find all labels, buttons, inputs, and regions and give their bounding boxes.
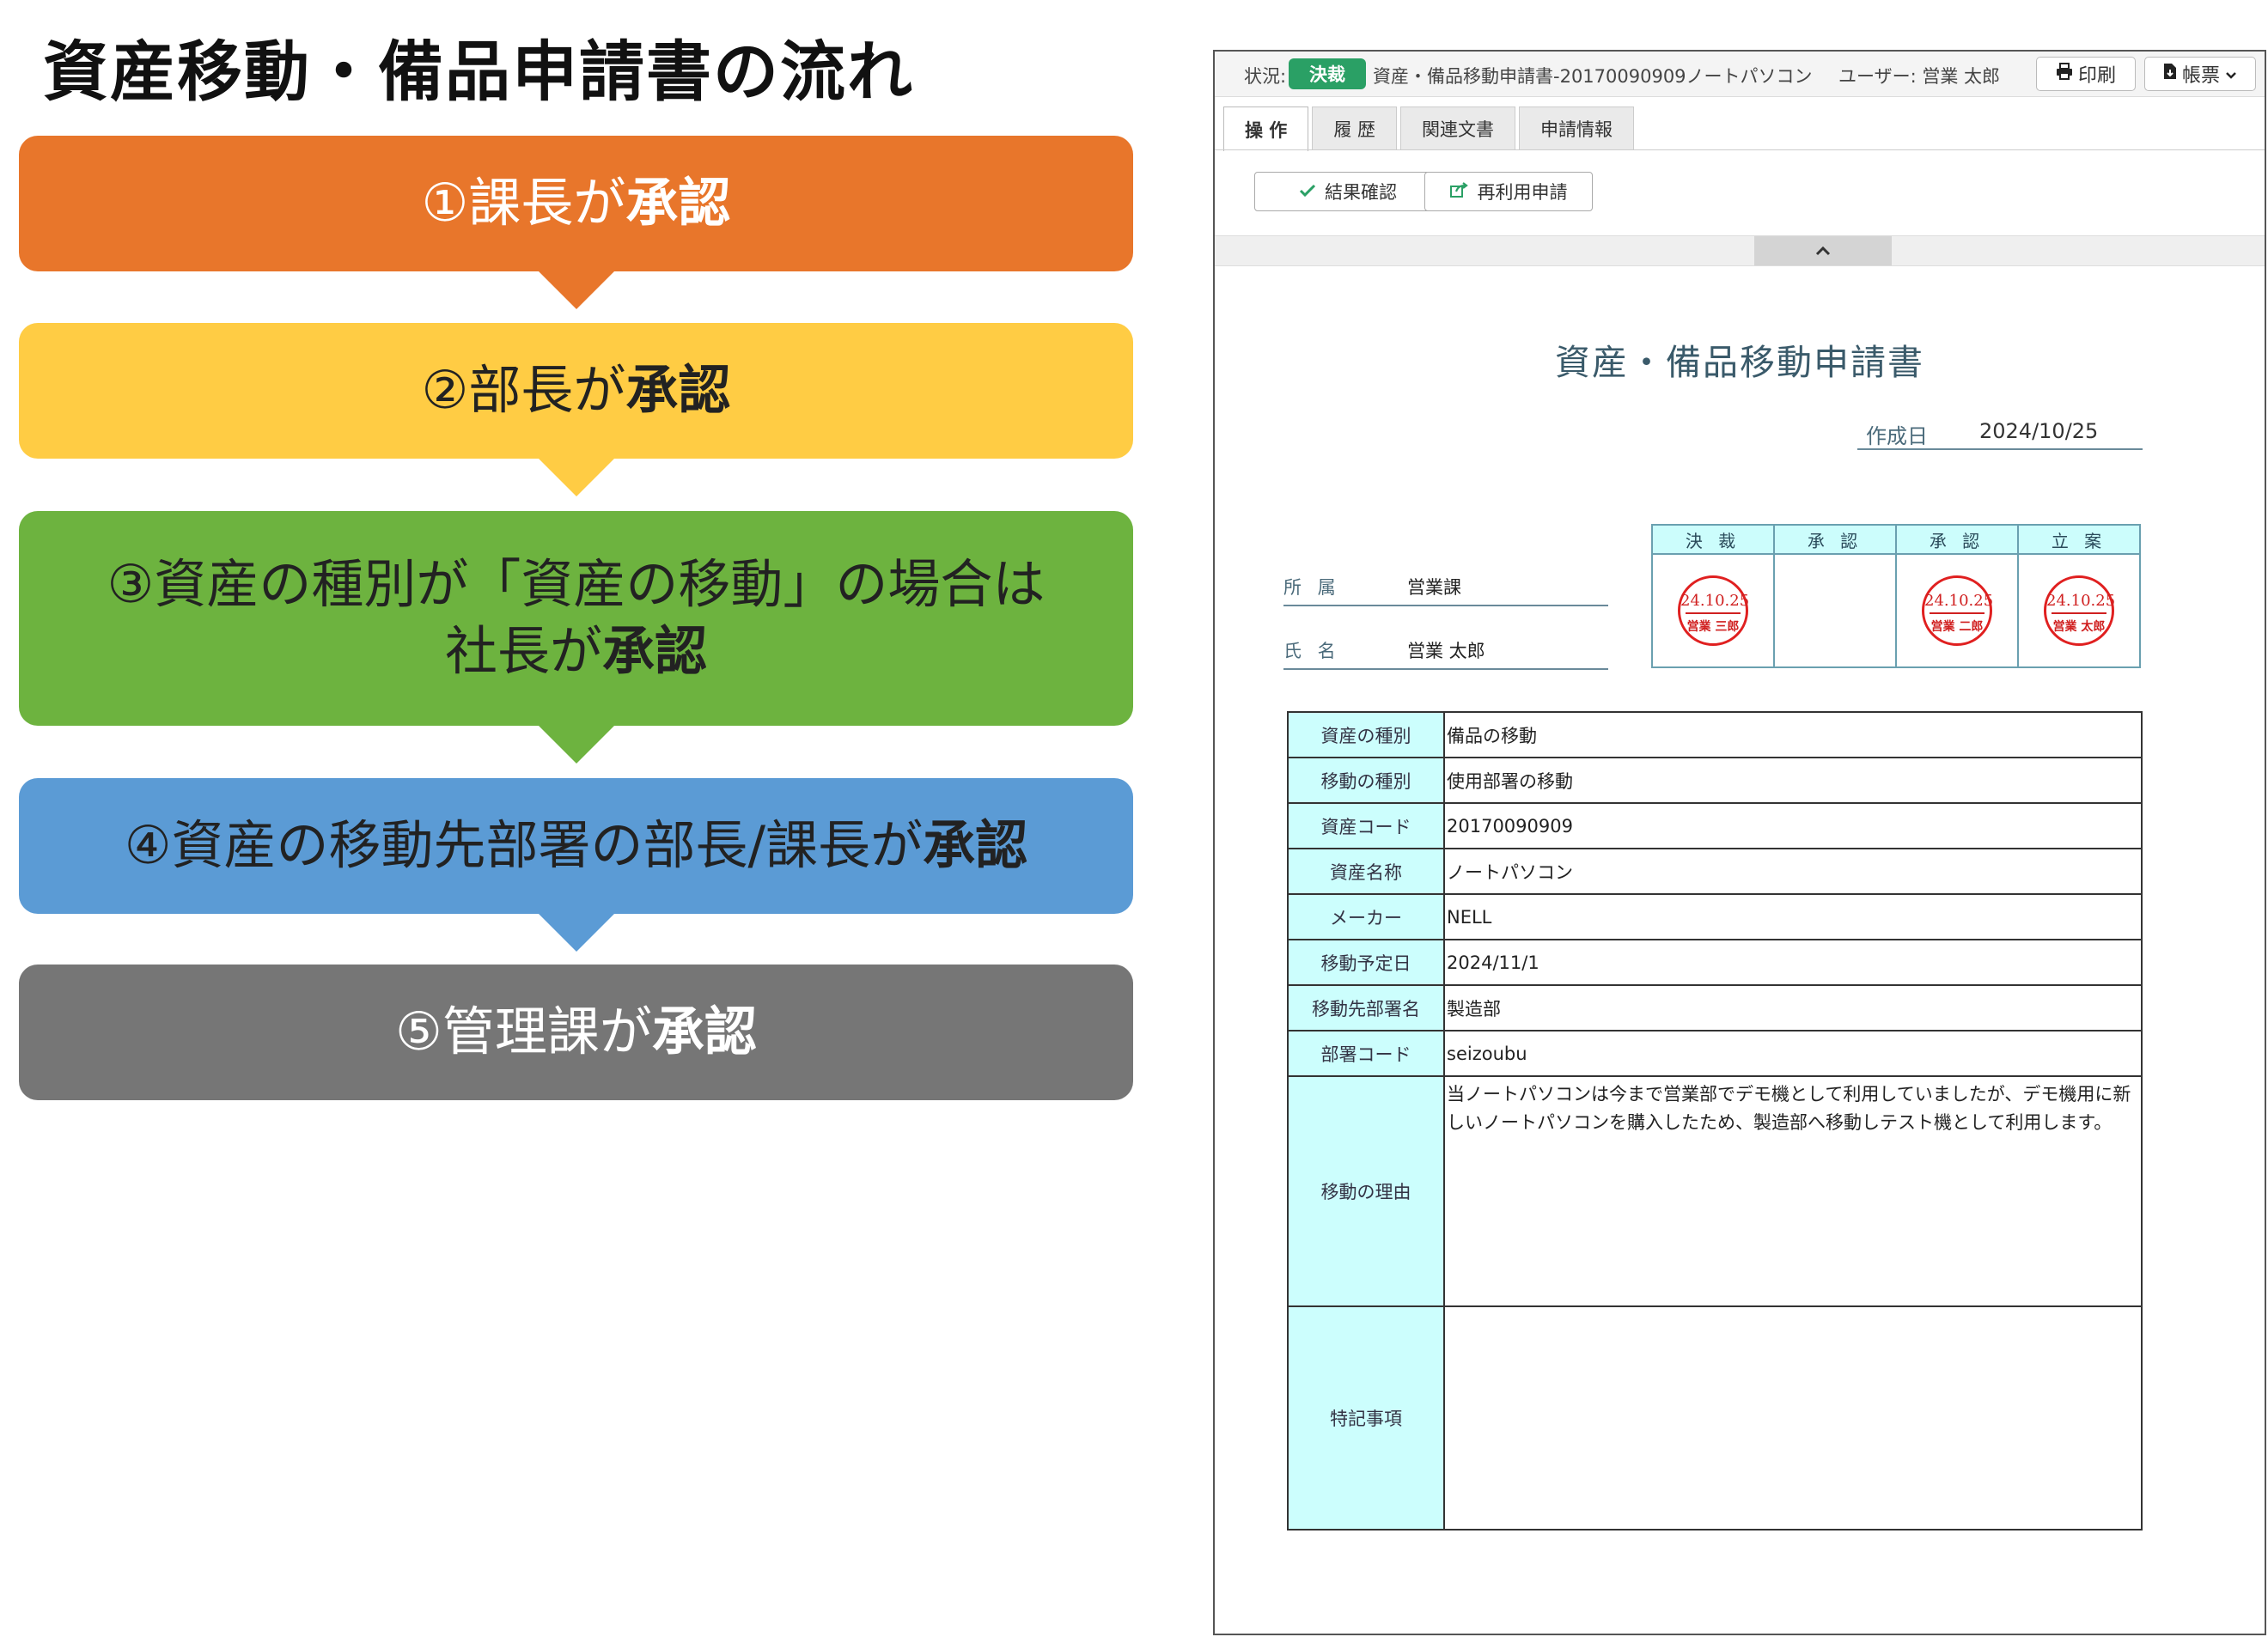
field-label: メーカー <box>1287 893 1445 940</box>
app-window: 状況: 決裁 資産・備品移動申請書-20170090909ノートパソコン ユーザ… <box>1213 50 2266 1635</box>
field-value: 備品の移動 <box>1443 711 2143 758</box>
print-label: 印刷 <box>2077 65 2116 87</box>
step-text: ②部長が <box>421 360 626 421</box>
user-label: ユーザー: 営業 太郎 <box>1838 66 2001 87</box>
field-value: 2024/11/1 <box>1443 939 2143 986</box>
step-text: ⑤管理課が <box>395 1001 652 1062</box>
tab-operation[interactable]: 操 作 <box>1223 106 1309 151</box>
tab-divider <box>1215 149 2265 150</box>
field-label: 資産の種別 <box>1287 711 1445 758</box>
name-row: 氏 名 営業 太郎 <box>1283 634 1608 670</box>
down-arrow <box>538 271 614 309</box>
tab-application-info[interactable]: 申請情報 <box>1519 106 1634 149</box>
form-title: 資産・備品移動申請書 <box>1555 342 1924 383</box>
approval-seal: 24.10.25 営業 二郎 <box>1922 575 1994 646</box>
step-line1: ③資産の種別が「資産の移動」の場合は <box>107 554 1046 615</box>
status-label: 状況: <box>1244 66 1287 87</box>
field-value: 20170090909 <box>1443 802 2143 849</box>
reason-value: 当ノートパソコンは今まで営業部でデモ機として利用していましたが、デモ機用に新しい… <box>1443 1075 2143 1307</box>
status-badge: 決裁 <box>1289 58 1366 89</box>
down-arrow <box>538 726 614 764</box>
created-date-row: 作成日 2024/10/25 <box>1857 417 2143 450</box>
seal-date: 24.10.25 <box>1680 592 1750 610</box>
created-date-label: 作成日 <box>1866 424 1928 448</box>
step-strong: 承認 <box>625 360 731 421</box>
result-confirm-button[interactable]: 結果確認 <box>1254 172 1442 211</box>
stamp-cell-empty <box>1773 553 1897 668</box>
field-value: seizoubu <box>1443 1030 2143 1077</box>
name-label: 氏 名 <box>1283 641 1341 661</box>
field-label: 部署コード <box>1287 1030 1445 1077</box>
step-text: 社長が <box>444 621 602 682</box>
chevron-down-icon <box>2225 64 2237 85</box>
field-value: ノートパソコン <box>1443 848 2143 895</box>
step-strong: 承認 <box>651 1001 757 1062</box>
department-value: 営業課 <box>1407 577 1461 598</box>
seal-name: 営業 太郎 <box>2052 620 2106 634</box>
check-icon <box>1299 181 1316 202</box>
collapse-toggle[interactable] <box>1754 236 1892 265</box>
flow-step-5: ⑤管理課が承認 <box>19 965 1133 1100</box>
field-value: 製造部 <box>1443 984 2143 1031</box>
approval-seal: 24.10.25 営業 三郎 <box>1678 575 1750 646</box>
printer-icon <box>2056 63 2073 85</box>
detail-table: 資産の種別 備品の移動 移動の種別 使用部署の移動 資産コード 20170090909… <box>1287 711 2143 1531</box>
field-label: 移動の種別 <box>1287 757 1445 804</box>
field-label: 資産コード <box>1287 802 1445 849</box>
document-title: 資産・備品移動申請書-20170090909ノートパソコン <box>1373 66 1813 87</box>
tab-bar: 操 作 履 歴 関連文書 申請情報 <box>1223 106 1637 151</box>
status-bar: 状況: 決裁 資産・備品移動申請書-20170090909ノートパソコン ユーザ… <box>1215 52 2265 97</box>
field-label: 資産名称 <box>1287 848 1445 895</box>
stamp-cell: 24.10.25 営業 二郎 <box>1895 553 2019 668</box>
flow-step-2: ②部長が承認 <box>19 323 1133 496</box>
step-strong: 承認 <box>625 173 731 234</box>
stamp-header: 承 認 <box>1895 524 2019 555</box>
stamp-header: 決 裁 <box>1651 524 1775 555</box>
print-button[interactable]: 印刷 <box>2036 57 2136 91</box>
approval-seal: 24.10.25 営業 太郎 <box>2044 575 2116 646</box>
reuse-application-label: 再利用申請 <box>1477 182 1568 203</box>
seal-name: 営業 三郎 <box>1686 620 1740 634</box>
file-download-icon <box>2163 63 2177 85</box>
step-text: ①課長が <box>421 173 626 234</box>
collapse-bar <box>1215 235 2265 266</box>
field-label: 特記事項 <box>1287 1305 1445 1531</box>
stamp-cell: 24.10.25 営業 三郎 <box>1651 553 1775 668</box>
flow-title: 資産移動・備品申請書の流れ <box>43 33 914 110</box>
field-label: 移動予定日 <box>1287 939 1445 986</box>
notes-value <box>1443 1305 2143 1531</box>
forms-label: 帳票 <box>2181 65 2220 87</box>
forms-dropdown-button[interactable]: 帳票 <box>2144 57 2256 91</box>
step-strong: 承認 <box>602 621 708 682</box>
chevron-up-icon <box>1814 243 1832 259</box>
seal-date: 24.10.25 <box>1924 592 1994 610</box>
flow-step-3: ③資産の種別が「資産の移動」の場合は 社長が承認 <box>19 511 1133 764</box>
field-value: NELL <box>1443 893 2143 940</box>
field-label: 移動先部署名 <box>1287 984 1445 1031</box>
tab-related-docs[interactable]: 関連文書 <box>1400 106 1515 149</box>
stamp-cell: 24.10.25 営業 太郎 <box>2017 553 2141 668</box>
department-row: 所 属 営業課 <box>1283 570 1608 606</box>
down-arrow <box>538 914 614 952</box>
tab-history[interactable]: 履 歴 <box>1312 106 1397 149</box>
step-strong: 承認 <box>923 815 1028 876</box>
share-icon <box>1449 181 1469 202</box>
name-value: 営業 太郎 <box>1407 641 1485 661</box>
step-text: ④資産の移動先部署の部長/課長が <box>124 815 924 876</box>
department-label: 所 属 <box>1283 577 1341 598</box>
created-date-value: 2024/10/25 <box>1979 419 2099 443</box>
flow-step-4: ④資産の移動先部署の部長/課長が承認 <box>19 778 1133 952</box>
seal-date: 24.10.25 <box>2046 592 2116 610</box>
reuse-application-button[interactable]: 再利用申請 <box>1424 172 1593 211</box>
field-value: 使用部署の移動 <box>1443 757 2143 804</box>
seal-name: 営業 二郎 <box>1930 620 1984 634</box>
approval-stamp-table: 決 裁 承 認 承 認 立 案 24.10.25 営業 三郎 24.10.25 … <box>1651 524 2141 668</box>
stamp-header: 立 案 <box>2017 524 2141 555</box>
result-confirm-label: 結果確認 <box>1325 182 1397 203</box>
field-label: 移動の理由 <box>1287 1075 1445 1307</box>
flow-step-1: ①課長が承認 <box>19 136 1133 309</box>
stamp-header: 承 認 <box>1773 524 1897 555</box>
down-arrow <box>538 459 614 496</box>
